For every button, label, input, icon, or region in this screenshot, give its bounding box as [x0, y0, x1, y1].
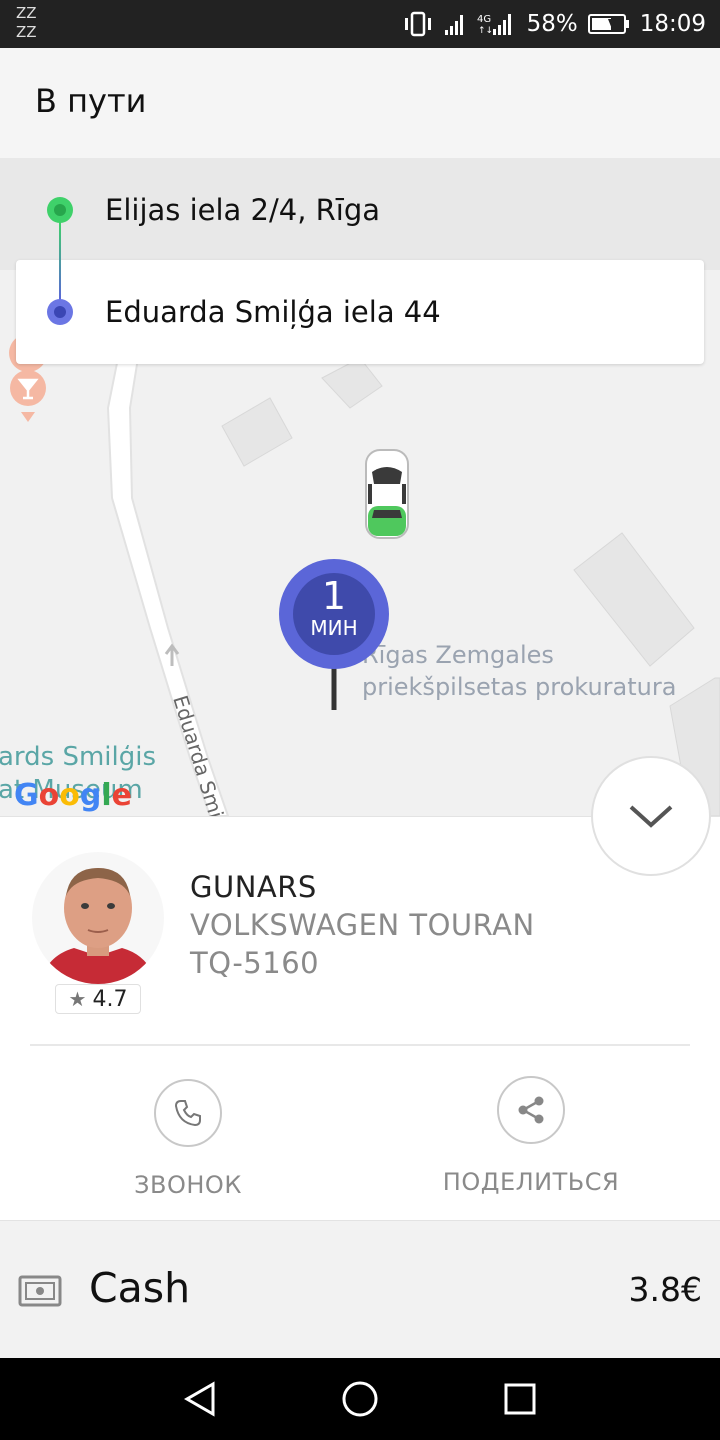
- status-bar: ZZ ZZ 4G ↑↓ 58% 18:09: [0, 0, 720, 48]
- building: [573, 532, 695, 667]
- building: [321, 357, 383, 409]
- signal-4g-icon: 4G ↑↓: [477, 11, 517, 37]
- signal-icon: [443, 12, 467, 36]
- svg-text:↑↓: ↑↓: [478, 26, 493, 36]
- page-title: В пути: [35, 82, 147, 120]
- home-button[interactable]: [320, 1358, 400, 1440]
- phone-icon: [174, 1100, 201, 1127]
- home-icon: [342, 1381, 378, 1417]
- battery-icon: [587, 13, 630, 35]
- eta-unit: МИН: [310, 616, 358, 640]
- driver-avatar: [32, 852, 164, 984]
- call-circle[interactable]: [154, 1079, 222, 1147]
- building: [221, 397, 293, 467]
- street-label: Eduarda Smi: [168, 692, 228, 816]
- pickup-dot-icon: [47, 197, 73, 223]
- car-model: VOLKSWAGEN TOURAN: [190, 908, 535, 942]
- call-label: ЗВОНОК: [134, 1171, 242, 1199]
- share-circle[interactable]: [497, 1076, 565, 1144]
- share-button[interactable]: ПОДЕЛИТЬСЯ: [421, 1076, 641, 1196]
- sleep-indicator: ZZ ZZ: [16, 4, 37, 41]
- driver-name: GUNARS: [190, 870, 317, 904]
- car-icon: [365, 449, 409, 539]
- app-header: В пути: [0, 48, 720, 158]
- eta-number: 1: [321, 574, 347, 618]
- status-icons: 4G ↑↓ 58% 18:09: [403, 0, 706, 48]
- rating-value: 4.7: [92, 986, 128, 1012]
- share-label: ПОДЕЛИТЬСЯ: [442, 1168, 620, 1196]
- destination-dot-icon: [47, 299, 73, 325]
- recents-button[interactable]: [480, 1358, 560, 1440]
- trip-price: 3.8€: [628, 1270, 702, 1309]
- system-nav-bar: [0, 1358, 720, 1440]
- poi-label-line1: Rīgas Zemgales: [362, 641, 554, 669]
- clock: 18:09: [639, 11, 706, 37]
- destination-address[interactable]: Eduarda Smiļģa iela 44: [105, 295, 441, 329]
- collapse-button[interactable]: [591, 756, 711, 876]
- star-icon: ★: [68, 987, 87, 1011]
- pickup-address[interactable]: Elijas iela 2/4, Rīga: [105, 193, 380, 227]
- google-logo: Google: [14, 778, 132, 813]
- driver-photo: [32, 852, 164, 984]
- share-icon: [518, 1096, 544, 1124]
- driver-rating: ★ 4.7: [55, 984, 141, 1014]
- vibrate-icon: [403, 11, 433, 37]
- recents-icon: [504, 1383, 536, 1415]
- divider: [30, 1044, 690, 1046]
- chevron-down-icon: [629, 805, 673, 828]
- back-icon: [183, 1381, 215, 1417]
- route-line: [59, 222, 61, 300]
- place-label-line1: ards Smilģis: [0, 742, 156, 772]
- trip-screen: ZZ ZZ 4G ↑↓ 58% 18:09 В пути Eduarda Smi…: [0, 0, 720, 1440]
- battery-percent: 58%: [526, 11, 578, 37]
- car-plate: TQ-5160: [190, 946, 320, 980]
- call-button[interactable]: ЗВОНОК: [78, 1079, 298, 1199]
- cash-icon: [18, 1275, 62, 1307]
- svg-text:4G: 4G: [477, 14, 491, 25]
- back-button[interactable]: [160, 1358, 240, 1440]
- poi-label-line2: priekšpilsetas prokuratura: [362, 673, 676, 701]
- payment-method: Cash: [89, 1264, 191, 1312]
